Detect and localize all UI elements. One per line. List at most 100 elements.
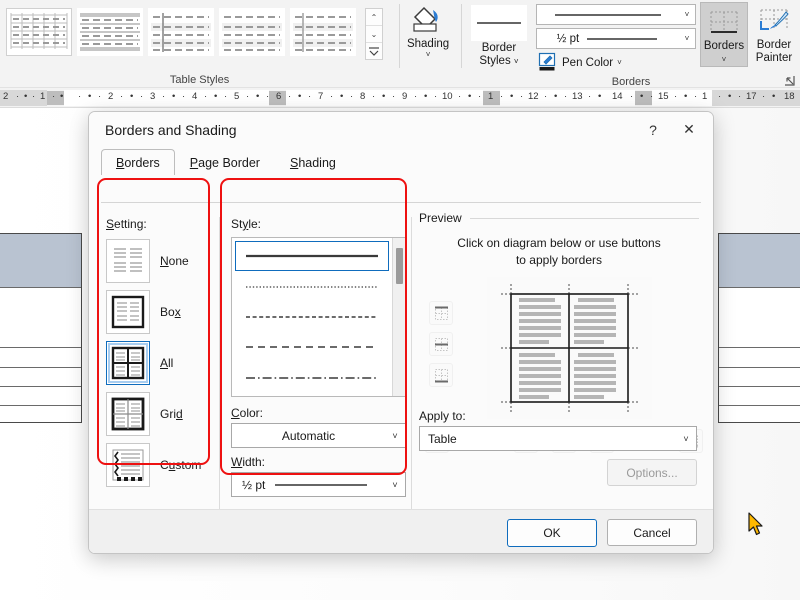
ruler-tick: • bbox=[468, 91, 471, 102]
border-styles-preview-icon bbox=[471, 5, 527, 41]
borders-dialog-launcher-icon[interactable] bbox=[782, 73, 796, 87]
table-row bbox=[0, 387, 81, 406]
style-option-solid[interactable] bbox=[235, 241, 389, 271]
table-style-thumbnail-5[interactable] bbox=[290, 8, 356, 56]
ok-button[interactable]: OK bbox=[507, 519, 597, 547]
apply-to-group: Apply to: Table ˅ Options... bbox=[419, 409, 697, 486]
ruler-tick: • bbox=[554, 91, 557, 102]
ruler-tick: 9 bbox=[402, 91, 407, 102]
cancel-button[interactable]: Cancel bbox=[607, 519, 697, 546]
setting-option-none[interactable]: None bbox=[106, 239, 214, 283]
table-styles-scrollbar[interactable]: ⌃ ⌄ bbox=[365, 8, 383, 60]
tab-label: Page Border bbox=[190, 156, 260, 170]
shading-button[interactable]: Shading ˅ bbox=[400, 0, 456, 59]
style-list-scrollbar[interactable] bbox=[392, 238, 405, 396]
tab-page-border[interactable]: Page Border bbox=[175, 149, 275, 175]
style-listbox[interactable] bbox=[231, 237, 406, 397]
ruler-tick: 12 bbox=[528, 91, 539, 102]
ruler-tick: · bbox=[162, 91, 165, 102]
width-dropdown[interactable]: ½ pt ˅ bbox=[231, 472, 406, 497]
chevron-down-icon[interactable]: ˅ bbox=[385, 480, 405, 490]
preview-header-rule bbox=[470, 218, 699, 219]
close-icon[interactable]: ✕ bbox=[671, 115, 707, 145]
ruler-tick: · bbox=[98, 91, 101, 102]
chevron-down-icon[interactable]: ˅ bbox=[722, 55, 727, 64]
color-label: Color: bbox=[231, 406, 406, 420]
ruler-tick: · bbox=[458, 91, 461, 102]
border-top-button[interactable] bbox=[429, 301, 453, 325]
table-style-thumbnail-3[interactable] bbox=[148, 8, 214, 56]
tab-borders[interactable]: BBordersorders bbox=[101, 149, 175, 175]
ruler-tick: · bbox=[78, 91, 81, 102]
table-styles-gallery[interactable]: ⌃ ⌄ bbox=[0, 0, 383, 60]
ribbon-group-table-styles: ⌃ ⌄ Table Styles bbox=[0, 0, 399, 88]
table-row bbox=[719, 348, 800, 368]
ruler-tick: · bbox=[224, 91, 227, 102]
setting-option-grid[interactable]: Grid bbox=[106, 392, 214, 436]
more-styles-icon[interactable] bbox=[366, 43, 382, 59]
ruler-tick: · bbox=[246, 91, 249, 102]
pen-width-combo[interactable]: ½ pt ˅ bbox=[536, 28, 696, 49]
border-inside-horizontal-button[interactable] bbox=[429, 332, 453, 356]
chevron-down-icon[interactable]: ˅ bbox=[679, 10, 695, 19]
tab-shading[interactable]: Shading bbox=[275, 149, 351, 175]
color-dropdown[interactable]: Automatic ˅ bbox=[231, 423, 406, 448]
ruler-tick: 1 bbox=[488, 91, 493, 102]
chevron-down-icon[interactable]: ˅ bbox=[617, 59, 622, 67]
table-row bbox=[0, 348, 81, 368]
chevron-down-icon[interactable]: ˅ bbox=[426, 51, 431, 59]
ruler-tick: • bbox=[728, 91, 731, 102]
chevron-down-icon[interactable]: ˅ bbox=[676, 434, 696, 444]
style-option-dashed[interactable] bbox=[235, 332, 389, 362]
border-styles-label: Border Styles ˅ bbox=[479, 42, 518, 68]
preview-stage bbox=[419, 277, 699, 427]
border-bottom-button[interactable] bbox=[429, 363, 453, 387]
ruler-tick: • bbox=[130, 91, 133, 102]
setting-option-all[interactable]: All bbox=[106, 341, 214, 385]
preview-header: Preview bbox=[419, 211, 699, 225]
ruler-tick: • bbox=[24, 91, 27, 102]
ruler-tick: · bbox=[414, 91, 417, 102]
options-button[interactable]: Options... bbox=[607, 459, 697, 486]
ruler-tick: · bbox=[718, 91, 721, 102]
borders-and-shading-dialog: Borders and Shading ? ✕ BBordersorders P… bbox=[88, 111, 714, 554]
dialog-title-bar[interactable]: Borders and Shading ? ✕ bbox=[89, 112, 713, 147]
line-style-combo[interactable]: ˅ bbox=[536, 4, 696, 25]
document-table-right[interactable] bbox=[718, 233, 800, 423]
style-option-dotted[interactable] bbox=[235, 271, 389, 301]
setting-label-none: None bbox=[160, 254, 189, 268]
preview-diagram[interactable] bbox=[487, 277, 652, 419]
ruler-tick: • bbox=[510, 91, 513, 102]
ruler-tick: 1 bbox=[40, 91, 45, 102]
table-row bbox=[0, 288, 81, 348]
ruler-tick: · bbox=[630, 91, 633, 102]
chevron-down-icon[interactable]: ˅ bbox=[385, 431, 405, 441]
border-styles-button[interactable]: Border Styles ˅ bbox=[462, 2, 536, 68]
borders-button[interactable]: Borders ˅ bbox=[700, 2, 748, 67]
scrollbar-thumb[interactable] bbox=[396, 248, 403, 284]
table-style-thumbnail-4[interactable] bbox=[219, 8, 285, 56]
setting-label-grid: Grid bbox=[160, 407, 183, 421]
help-icon[interactable]: ? bbox=[635, 115, 671, 145]
ruler-tick: · bbox=[182, 91, 185, 102]
document-table-left[interactable] bbox=[0, 233, 82, 423]
setting-option-box[interactable]: Box bbox=[106, 290, 214, 334]
chevron-down-icon[interactable]: ˅ bbox=[679, 34, 695, 43]
pen-color-button[interactable]: Pen Color ˅ bbox=[536, 52, 696, 74]
apply-to-dropdown[interactable]: Table ˅ bbox=[419, 426, 697, 451]
ruler-tick: 6 bbox=[276, 91, 281, 102]
tab-label: Shading bbox=[290, 156, 336, 170]
table-style-thumbnail-2[interactable] bbox=[77, 8, 143, 56]
style-options bbox=[232, 238, 392, 396]
setting-label: Setting: bbox=[106, 217, 214, 231]
border-painter-button[interactable]: Border Painter bbox=[748, 2, 800, 65]
scroll-up-icon[interactable]: ⌃ bbox=[366, 9, 382, 26]
horizontal-ruler[interactable]: 2·•·1·•·•·2·•·3·•·4·•·5·•·6·•·7·•·8·•·9·… bbox=[0, 88, 800, 108]
setting-option-custom[interactable]: Custom bbox=[106, 443, 214, 487]
chevron-down-icon[interactable]: ˅ bbox=[514, 57, 519, 66]
setting-options-list[interactable]: None bbox=[106, 239, 214, 487]
style-option-dash-small[interactable] bbox=[235, 302, 389, 332]
scroll-down-icon[interactable]: ⌄ bbox=[366, 26, 382, 43]
table-style-thumbnail-1[interactable] bbox=[6, 8, 72, 56]
style-option-dash-dot[interactable] bbox=[235, 363, 389, 393]
